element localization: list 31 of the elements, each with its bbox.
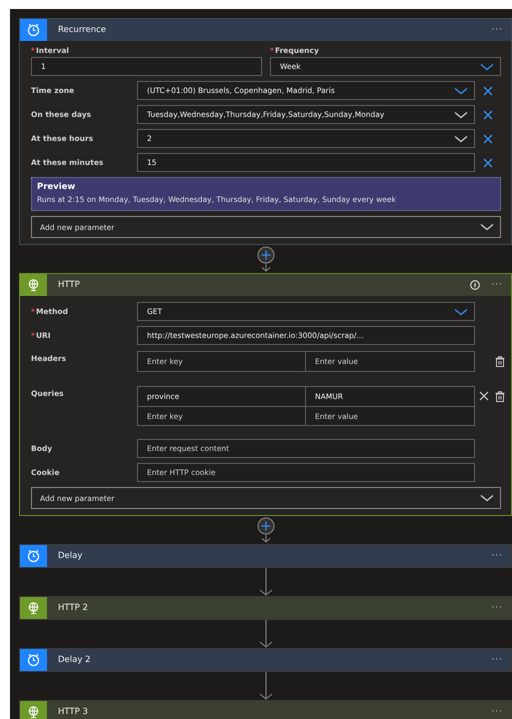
globe-icon (20, 274, 47, 296)
info-icon[interactable] (470, 280, 480, 290)
more-button[interactable]: ··· (491, 604, 503, 613)
globe-icon (20, 597, 47, 620)
more-button[interactable]: ··· (491, 708, 503, 717)
remove-icon[interactable] (483, 158, 493, 168)
chevron-icon (480, 223, 494, 232)
more-button[interactable]: ··· (491, 656, 503, 665)
clock-icon (20, 545, 47, 568)
remove-icon[interactable] (483, 110, 493, 120)
add-step-button[interactable] (256, 245, 274, 272)
add-step-button[interactable] (256, 516, 274, 544)
chevron-icon (480, 494, 494, 502)
trash-icon[interactable] (495, 356, 505, 367)
step-header[interactable]: HTTP ··· (20, 274, 511, 296)
more-button[interactable]: ··· (491, 26, 503, 34)
more-button[interactable]: ··· (491, 552, 503, 561)
globe-icon (20, 701, 47, 719)
clock-icon (20, 19, 47, 41)
remove-icon[interactable] (483, 86, 493, 96)
remove-icon[interactable] (479, 391, 489, 402)
step-header[interactable]: Delay ··· (20, 545, 511, 568)
trash-icon[interactable] (495, 390, 505, 402)
remove-icon[interactable] (483, 134, 493, 144)
preview-title: Preview (37, 181, 76, 194)
clock-icon (20, 649, 47, 672)
step-header[interactable]: Recurrence ··· (20, 19, 511, 41)
step-header[interactable]: HTTP 3 ··· (20, 701, 511, 719)
more-button[interactable]: ··· (491, 280, 503, 290)
step-header[interactable]: HTTP 2 ··· (20, 597, 511, 620)
step-header[interactable]: Delay 2 ··· (20, 649, 511, 672)
